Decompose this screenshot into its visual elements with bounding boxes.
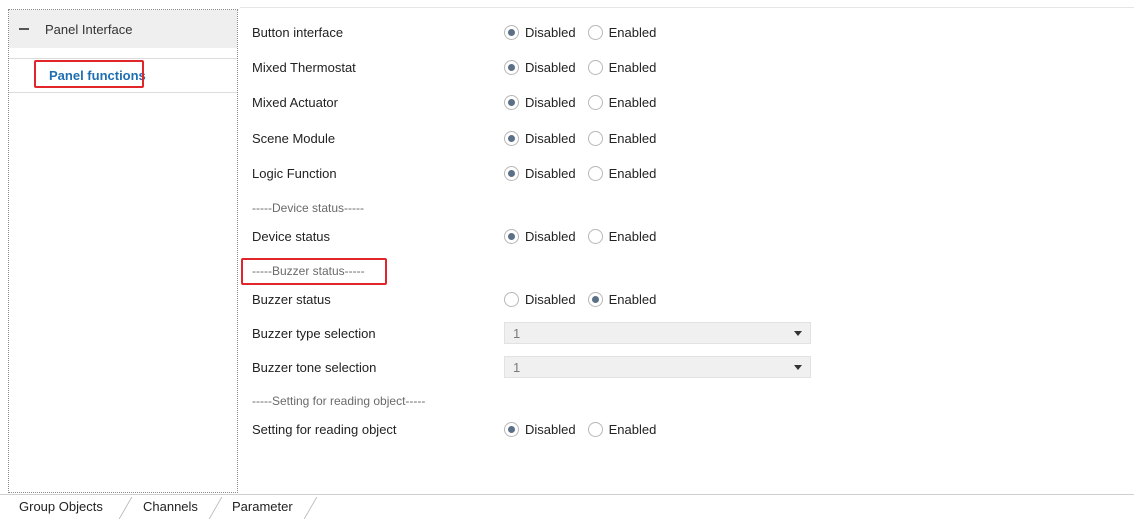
radio-enabled[interactable]	[587, 165, 603, 181]
radio-disabled[interactable]	[504, 291, 519, 307]
radio-disabled[interactable]	[504, 421, 519, 437]
param-label: Button interface	[252, 24, 344, 40]
tab-group-objects[interactable]: Group Objects	[19, 495, 103, 518]
radio-group: Disabled Enabled	[504, 130, 668, 146]
radio-group: Disabled Enabled	[504, 165, 668, 181]
tree-root-label: Panel Interface	[45, 21, 133, 37]
param-row-button-interface: Button interface Disabled Enabled	[252, 20, 812, 44]
radio-label: Enabled	[608, 291, 657, 307]
tab-separator	[303, 497, 318, 519]
radio-enabled[interactable]	[587, 228, 603, 244]
radio-label: Disabled	[525, 59, 576, 75]
chevron-down-icon[interactable]	[794, 364, 802, 370]
tree-item-panel-interface[interactable]: Panel Interface	[9, 10, 237, 48]
highlight-box-panel-functions	[34, 60, 144, 88]
radio-group: Disabled Enabled	[504, 24, 668, 40]
bottom-tab-bar: Group Objects Channels Parameter	[0, 494, 1134, 519]
radio-disabled[interactable]	[504, 228, 519, 244]
radio-enabled[interactable]	[587, 59, 603, 75]
param-label: Logic Function	[252, 165, 337, 181]
radio-group: Disabled Enabled	[504, 59, 668, 75]
param-label: Mixed Thermostat	[252, 59, 356, 75]
radio-enabled[interactable]	[587, 421, 603, 437]
param-row-buzzer-type: Buzzer type selection 1	[252, 321, 812, 345]
radio-label: Disabled	[525, 94, 576, 110]
param-row-reading-object: Setting for reading object Disabled Enab…	[252, 417, 812, 441]
divider	[240, 7, 1134, 8]
radio-group: Disabled Enabled	[504, 291, 668, 307]
param-label: Scene Module	[252, 130, 336, 146]
tab-separator	[118, 497, 133, 519]
radio-label: Enabled	[608, 59, 657, 75]
param-row-device-status: Device status Disabled Enabled	[252, 224, 812, 248]
section-header-reading-object: -----Setting for reading object-----	[252, 394, 426, 408]
radio-label: Disabled	[525, 228, 576, 244]
param-label: Buzzer tone selection	[252, 359, 377, 375]
tab-channels[interactable]: Channels	[143, 495, 198, 518]
tab-parameter[interactable]: Parameter	[232, 495, 293, 518]
section-header-device-status: -----Device status-----	[252, 201, 364, 215]
radio-group: Disabled Enabled	[504, 228, 668, 244]
param-label: Buzzer type selection	[252, 325, 376, 341]
radio-group: Disabled Enabled	[504, 421, 668, 437]
radio-label: Disabled	[525, 24, 576, 40]
param-label: Setting for reading object	[252, 421, 397, 437]
param-label: Device status	[252, 228, 331, 244]
param-row-mixed-actuator: Mixed Actuator Disabled Enabled	[252, 90, 812, 114]
chevron-down-icon[interactable]	[794, 330, 802, 336]
param-row-logic-function: Logic Function Disabled Enabled	[252, 161, 812, 185]
radio-group: Disabled Enabled	[504, 94, 668, 110]
radio-label: Disabled	[525, 165, 576, 181]
radio-label: Enabled	[608, 24, 657, 40]
select-value: 1	[513, 359, 521, 375]
highlight-box-buzzer-status	[241, 258, 387, 285]
param-row-buzzer-status: Buzzer status Disabled Enabled	[252, 287, 812, 311]
radio-label: Enabled	[608, 130, 657, 146]
radio-disabled[interactable]	[504, 94, 519, 110]
param-row-mixed-thermostat: Mixed Thermostat Disabled Enabled	[252, 55, 812, 79]
radio-enabled[interactable]	[587, 130, 603, 146]
radio-label: Enabled	[608, 228, 657, 244]
radio-label: Disabled	[525, 130, 576, 146]
radio-enabled[interactable]	[587, 291, 603, 307]
radio-label: Enabled	[608, 94, 657, 110]
select-value: 1	[513, 325, 521, 341]
radio-label: Enabled	[608, 165, 657, 181]
radio-disabled[interactable]	[504, 130, 519, 146]
radio-enabled[interactable]	[587, 94, 603, 110]
collapse-icon[interactable]	[19, 28, 29, 30]
radio-disabled[interactable]	[504, 59, 519, 75]
tab-separator	[208, 497, 223, 519]
radio-enabled[interactable]	[587, 24, 603, 40]
param-label: Buzzer status	[252, 291, 331, 307]
param-label: Mixed Actuator	[252, 94, 338, 110]
radio-label: Disabled	[525, 291, 576, 307]
radio-label: Enabled	[608, 421, 657, 437]
param-row-buzzer-tone: Buzzer tone selection 1	[252, 355, 812, 379]
radio-label: Disabled	[525, 421, 576, 437]
radio-disabled[interactable]	[504, 165, 519, 181]
radio-disabled[interactable]	[504, 24, 519, 40]
param-row-scene-module: Scene Module Disabled Enabled	[252, 126, 812, 150]
buzzer-type-select[interactable]: 1	[504, 322, 811, 344]
buzzer-tone-select[interactable]: 1	[504, 356, 811, 378]
